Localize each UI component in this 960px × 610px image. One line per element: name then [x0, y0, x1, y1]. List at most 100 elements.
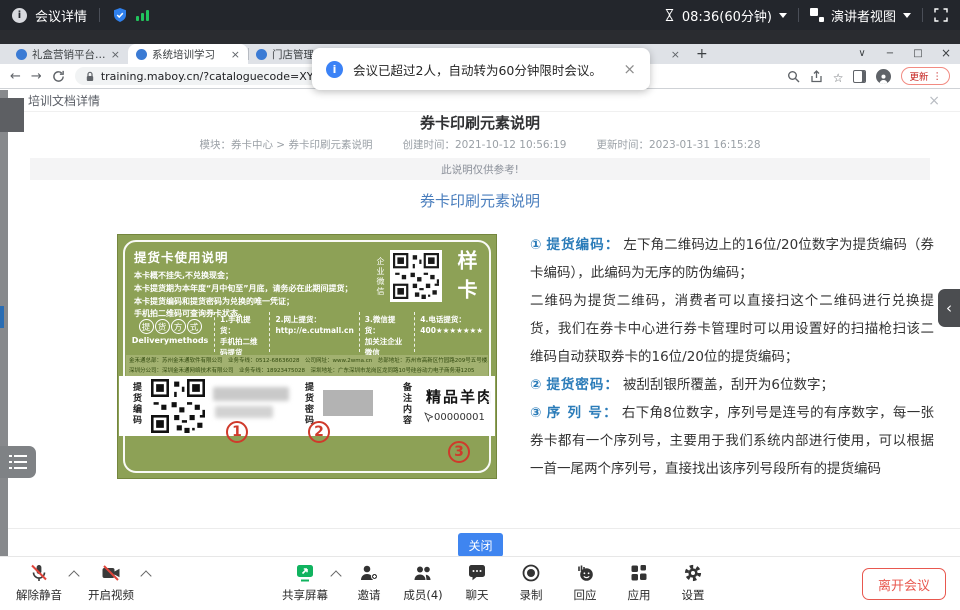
chat-icon [467, 562, 487, 584]
delivery-item: 3.微信提货：加关注企业微信用微信提货通道提货 [359, 312, 414, 352]
browser-tab-2-active[interactable]: 系统培训学习 × [128, 44, 248, 64]
doc-notice-bar: 此说明仅供参考! [30, 158, 930, 180]
modal-header: 培训文档详情 × [8, 90, 960, 112]
modal-close-icon[interactable]: × [928, 93, 940, 109]
tab-close-icon[interactable]: × [231, 49, 240, 60]
meeting-topbar: i 会议详情 08:36(60分钟) 演讲者视图 [0, 0, 960, 30]
window-minimize-icon[interactable] [876, 44, 904, 64]
doc-meta-module: 模块：券卡中心 > 券卡印刷元素说明 [199, 137, 372, 152]
browser-tab-1[interactable]: 礼盒营销平台管理中心 × [8, 44, 128, 64]
invite-person-icon [359, 562, 379, 584]
settings-button[interactable]: 设置 [666, 562, 720, 603]
paragraph: ③序 列 号：右下角8位数字，序列号是连号的有序数字，每一张券卡都有一个序列号，… [530, 399, 934, 483]
marker-3: 3 [448, 441, 470, 463]
close-doc-button[interactable]: 关闭 [458, 533, 503, 557]
mic-options-caret[interactable] [68, 570, 79, 581]
window-maximize-icon[interactable] [904, 44, 932, 64]
chat-label: 聊天 [466, 587, 489, 603]
microphone-muted-icon [29, 562, 49, 584]
start-video-button[interactable]: 开启视频 [80, 562, 142, 603]
bookmark-star-icon[interactable] [833, 67, 844, 86]
toolbar-center-group: 共享屏幕 邀请 [278, 562, 720, 603]
members-button[interactable]: 成员(4) [396, 562, 450, 603]
modal-title: 培训文档详情 [28, 92, 100, 109]
side-panel-icon[interactable] [853, 70, 866, 83]
back-icon[interactable]: ← [10, 70, 21, 83]
info-icon: i [326, 61, 343, 78]
pickup-code-label: 提货编码 [130, 382, 143, 426]
network-signal-icon[interactable] [136, 9, 149, 21]
video-options-caret[interactable] [140, 570, 151, 581]
invite-button[interactable]: 邀请 [342, 562, 396, 603]
security-shield-icon[interactable] [112, 7, 128, 23]
marker-1: 1 [226, 421, 248, 443]
card-usage-title: 提货卡使用说明 [134, 247, 372, 266]
window-close-icon[interactable] [932, 43, 960, 65]
delivery-item: 4.电话提货：400★★★★★★★ [414, 312, 488, 352]
window-menu-icon[interactable] [848, 44, 876, 64]
serial-number: 00000001 [424, 412, 485, 423]
apps-button[interactable]: 应用 [612, 562, 666, 603]
card-usage-block: 提货卡使用说明 本卡概不挂失,不兑换现金； 本卡提货期为本年度“月中旬至”月底，… [134, 247, 372, 321]
toc-toggle-button[interactable] [0, 446, 36, 478]
doc-description: ①提货编码：左下角二维码边上的16位/20位数字为提货编码（券卡编码），此编码为… [530, 231, 934, 483]
card-delivery-band: 提 货 方 式 Deliverymethods 1.手机提货：手机拍二维码提货 … [126, 312, 488, 352]
unmute-button[interactable]: 解除静音 [8, 562, 70, 603]
card-usage-line: 本卡概不挂失,不兑换现金； [134, 270, 372, 283]
screen: i 会议详情 08:36(60分钟) 演讲者视图 礼盒营 [0, 0, 960, 610]
share-screen-label: 共享屏幕 [282, 587, 328, 603]
notification-close-icon[interactable]: × [623, 62, 636, 77]
card-usage-line: 本卡提货期为本年度“月中旬至”月底，请务必在此期间提货； [134, 283, 372, 296]
zoom-icon[interactable] [787, 70, 800, 83]
paragraph: 二维码为提货二维码，消费者可以直接扫这个二维码进行兑换提货，我们在券卡中心进行券… [530, 287, 934, 371]
reload-icon[interactable] [52, 70, 65, 83]
card-contact-block: 金禾通总部：苏州金禾通软件有限公司 业务专线：0512-68636028 公司网… [126, 355, 488, 376]
tab-title: 礼盒营销平台管理中心 [32, 47, 106, 62]
tab-close-icon[interactable]: × [671, 49, 680, 60]
members-icon [413, 562, 434, 584]
kebab-menu-icon [933, 71, 943, 82]
pickup-password-label: 提货密码 [302, 382, 315, 426]
gear-icon [683, 562, 703, 584]
view-dropdown-icon[interactable] [903, 13, 911, 18]
hourglass-icon [664, 8, 675, 22]
dimmed-left-block [0, 98, 24, 132]
new-tab-button[interactable]: + [696, 46, 708, 62]
reactions-button[interactable]: 回应 [558, 562, 612, 603]
toolbar-left-group: 解除静音 开启视频 [8, 562, 152, 603]
doc-section-title: 券卡印刷元素说明 [0, 190, 960, 211]
info-icon[interactable]: i [12, 8, 27, 23]
share-screen-button[interactable]: 共享屏幕 [278, 562, 332, 603]
sidebar-expand-handle[interactable]: ‹ [938, 289, 960, 327]
tab-close-icon[interactable]: × [111, 49, 120, 60]
url-actions: 更新 [787, 67, 950, 86]
chat-button[interactable]: 聊天 [450, 562, 504, 603]
meeting-notification: i 会议已超过2人，自动转为60分钟限时会议。 × [312, 48, 650, 90]
unmute-label: 解除静音 [16, 587, 62, 603]
reactions-label: 回应 [574, 587, 597, 603]
reaction-smiley-icon [575, 562, 595, 584]
meeting-timer: 08:36(60分钟) [682, 6, 772, 25]
leave-meeting-button[interactable]: 离开会议 [862, 568, 946, 600]
forward-icon[interactable]: → [31, 70, 42, 83]
share-options-caret[interactable] [330, 570, 341, 581]
paragraph: ①提货编码：左下角二维码边上的16位/20位数字为提货编码（券卡编码），此编码为… [530, 231, 934, 287]
browser-update-button[interactable]: 更新 [901, 67, 950, 85]
divider [922, 8, 923, 22]
view-mode-button[interactable]: 演讲者视图 [831, 6, 896, 25]
update-label: 更新 [909, 69, 928, 83]
meeting-details-button[interactable]: 会议详情 [35, 6, 87, 25]
tab-favicon [136, 49, 147, 60]
card-contact-line: 深圳分公司：深圳金禾通网络技术有限公司 业务专线：18923475028 深圳地… [129, 366, 485, 376]
doc-meta-created: 创建时间：2021-10-12 10:56:19 [402, 137, 566, 152]
browser-frame [0, 30, 960, 44]
share-icon[interactable] [810, 70, 823, 83]
record-button[interactable]: 录制 [504, 562, 558, 603]
record-icon [521, 562, 541, 584]
profile-avatar[interactable] [876, 69, 891, 84]
notification-text: 会议已超过2人，自动转为60分钟限时会议。 [353, 60, 602, 79]
fullscreen-icon[interactable] [934, 8, 948, 22]
paragraph: ②提货密码：被刮刮银所覆盖，刮开为6位数字； [530, 371, 934, 399]
dimmed-active-menu-sliver [0, 306, 4, 328]
timer-dropdown-icon[interactable] [779, 13, 787, 18]
